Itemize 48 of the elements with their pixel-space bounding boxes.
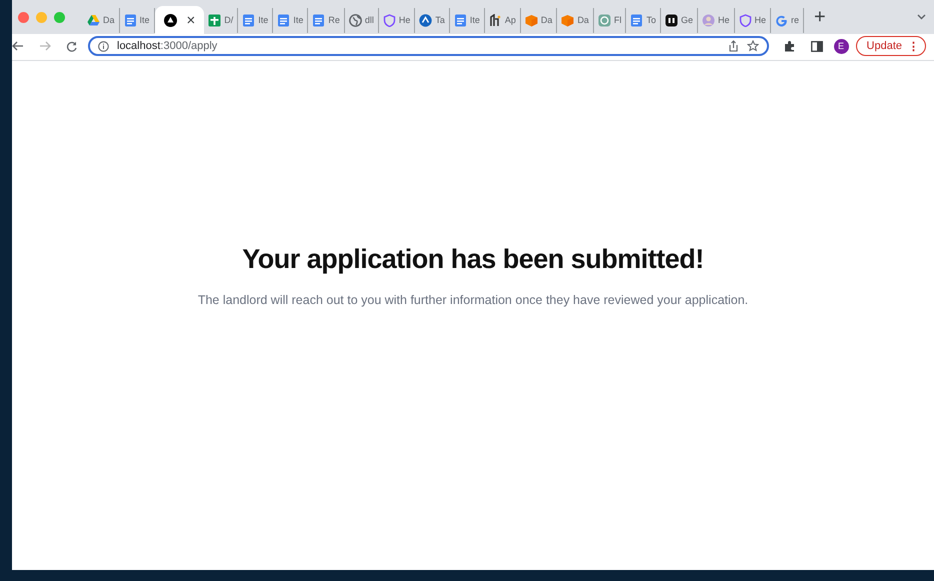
browser-tab[interactable]: Ite xyxy=(120,8,155,32)
new-tab-button[interactable]: + xyxy=(814,7,826,27)
tab-title: Re xyxy=(328,15,340,25)
update-button[interactable]: Update ⋮ xyxy=(856,36,926,56)
tab-title: dll xyxy=(364,15,374,25)
tab-title: Da xyxy=(103,15,115,25)
tab-title: Ite xyxy=(258,15,268,25)
tab-title: He xyxy=(754,15,766,25)
browser-tab[interactable]: Fl xyxy=(594,8,626,32)
tab-title: He xyxy=(398,15,410,25)
address-bar[interactable]: localhost:3000/apply xyxy=(88,36,769,56)
browser-tab[interactable]: To xyxy=(626,8,661,32)
browser-tab[interactable]: Da xyxy=(520,8,558,32)
browser-tab[interactable]: Ite xyxy=(238,8,274,32)
browser-tab[interactable]: Ta xyxy=(415,8,450,32)
profile-avatar[interactable]: E xyxy=(834,38,849,54)
browser-tab[interactable]: Re xyxy=(308,8,345,32)
url-host: localhost xyxy=(117,40,160,52)
browser-tab[interactable]: He xyxy=(378,8,416,32)
tab-title: Fl xyxy=(614,15,622,25)
browser-tab[interactable]: D/ xyxy=(204,8,238,32)
tab-title: To xyxy=(646,15,656,25)
browser-tab[interactable]: re xyxy=(771,8,804,32)
browser-tab[interactable]: He xyxy=(734,8,772,32)
tab-title: He xyxy=(718,15,730,25)
tab-title: Ite xyxy=(293,15,304,25)
browser-tab[interactable]: dll xyxy=(344,8,379,32)
tab-title: Ge xyxy=(680,15,693,25)
url-path: :3000/apply xyxy=(160,40,218,52)
confirmation-message: The landlord will reach out to you with further information once they have reviewed your application. xyxy=(198,293,748,307)
tab-title: re xyxy=(791,15,800,25)
browser-tab[interactable]: Da xyxy=(557,8,594,32)
browser-tab[interactable]: × xyxy=(154,6,204,34)
browser-tab[interactable]: He xyxy=(698,8,734,32)
page-heading: Your application has been submitted! xyxy=(242,244,704,275)
tab-title: Ite xyxy=(140,15,150,25)
tab-title: Ap xyxy=(504,15,516,25)
tab-title: Da xyxy=(577,15,589,25)
browser-tab[interactable]: Da xyxy=(83,8,120,32)
tab-title: Da xyxy=(540,15,552,25)
browser-tab[interactable]: Ap xyxy=(484,8,521,32)
tab-title: Ta xyxy=(435,15,445,25)
browser-tab[interactable]: Ite xyxy=(450,8,485,32)
browser-tab[interactable]: Ge xyxy=(660,8,698,32)
close-icon[interactable]: × xyxy=(186,12,196,28)
browser-tab[interactable]: Ite xyxy=(273,8,308,32)
tab-title: D/ xyxy=(224,15,234,25)
tab-title: Ite xyxy=(470,15,480,25)
